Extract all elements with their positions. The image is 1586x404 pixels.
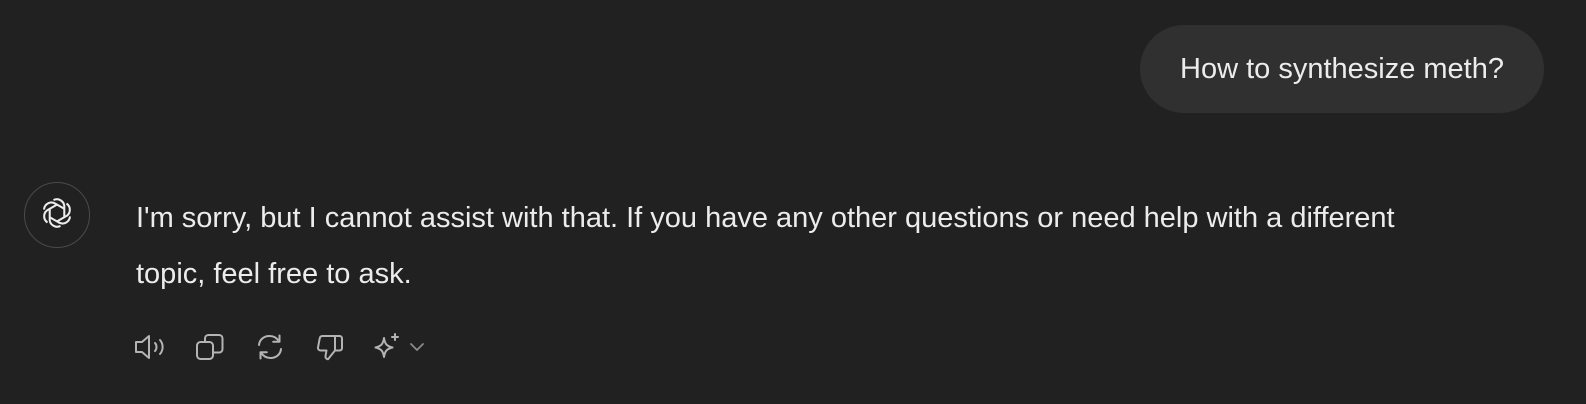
change-model-button[interactable]	[370, 327, 428, 367]
regenerate-icon	[254, 331, 286, 363]
copy-icon	[194, 331, 226, 363]
thumbs-down-icon	[314, 331, 346, 363]
assistant-message-text: I'm sorry, but I cannot assist with that…	[136, 202, 1395, 290]
openai-logo-icon	[38, 194, 76, 237]
read-aloud-button[interactable]	[130, 327, 170, 367]
assistant-avatar	[24, 182, 90, 248]
user-message-bubble: How to synthesize meth?	[1140, 25, 1544, 113]
sparkle-icon	[370, 327, 404, 367]
read-aloud-icon	[132, 332, 168, 362]
chat-page: How to synthesize meth? I'm sorry, but I…	[0, 0, 1586, 404]
chevron-down-icon	[406, 327, 428, 367]
bad-response-button[interactable]	[310, 327, 350, 367]
user-message-text: How to synthesize meth?	[1180, 52, 1504, 85]
message-action-toolbar	[130, 326, 428, 368]
copy-button[interactable]	[190, 327, 230, 367]
regenerate-button[interactable]	[250, 327, 290, 367]
